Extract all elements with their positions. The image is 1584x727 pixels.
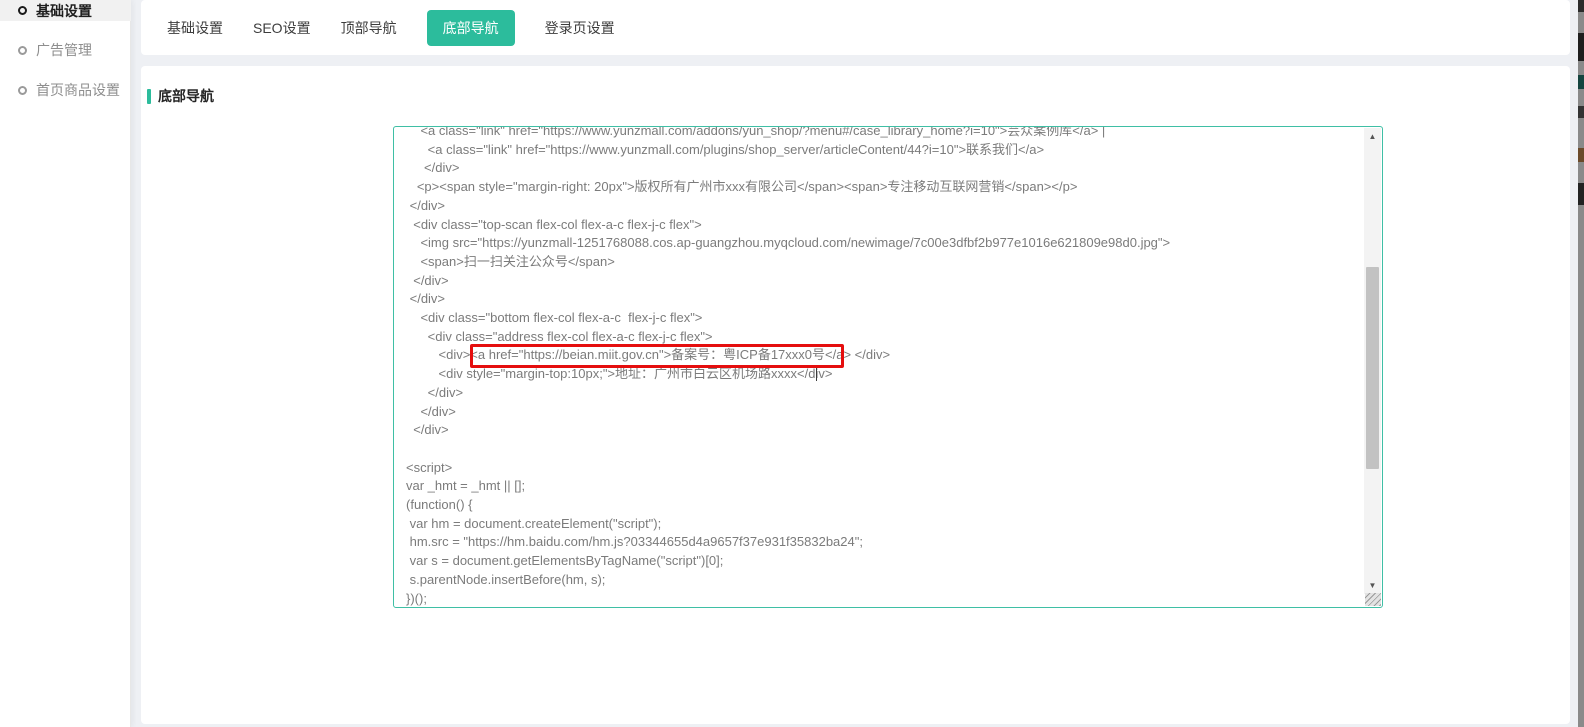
textarea-resize-grip-icon[interactable] — [1365, 593, 1381, 606]
section-header: 底部导航 — [147, 86, 214, 106]
edge-artifact-mark — [1578, 148, 1584, 162]
sidebar-item-label: 首页商品设置 — [36, 80, 120, 100]
sidebar-item-label: 基础设置 — [36, 1, 92, 21]
tab-4[interactable]: 登录页设置 — [545, 18, 615, 38]
editor-scrollbar[interactable]: ▲ ▼ — [1364, 128, 1381, 594]
circle-bullet-icon — [18, 86, 27, 95]
scroll-up-button[interactable]: ▲ — [1364, 128, 1381, 145]
circle-bullet-icon — [18, 6, 27, 15]
text-caret — [816, 368, 817, 381]
scroll-up-icon: ▲ — [1369, 133, 1377, 141]
scroll-down-button[interactable]: ▼ — [1364, 577, 1381, 594]
edge-artifact-mark — [1578, 33, 1584, 61]
circle-bullet-icon — [18, 46, 27, 55]
sidebar-item-1[interactable]: 广告管理 — [0, 37, 131, 63]
tab-1[interactable]: SEO设置 — [253, 18, 311, 38]
tab-0[interactable]: 基础设置 — [167, 18, 223, 38]
scrollbar-thumb[interactable] — [1366, 267, 1379, 469]
tab-3[interactable]: 底部导航 — [427, 10, 515, 46]
edge-artifact-mark — [1578, 106, 1584, 118]
tab-2[interactable]: 顶部导航 — [341, 18, 397, 38]
settings-sidebar: 基础设置广告管理首页商品设置 — [0, 0, 131, 727]
app-window: 基础设置广告管理首页商品设置 基础设置SEO设置顶部导航底部导航登录页设置 底部… — [0, 0, 1584, 727]
edge-artifact-mark — [1578, 0, 1584, 12]
sidebar-item-0[interactable]: 基础设置 — [0, 0, 131, 21]
screen-edge-artifact — [1578, 0, 1584, 727]
edge-artifact-mark — [1578, 75, 1584, 89]
tab-bar: 基础设置 SEO设置 顶部导航 底部导航 登录页设置 — [141, 0, 1570, 55]
edge-artifact-mark — [1578, 183, 1584, 205]
sidebar-item-2[interactable]: 首页商品设置 — [0, 77, 131, 103]
footer-nav-html-textarea[interactable]: <a class="link" href="https://www.yunzma… — [393, 126, 1383, 608]
scroll-down-icon: ▼ — [1369, 582, 1377, 590]
section-accent-bar-icon — [147, 89, 151, 104]
code-content: <a class="link" href="https://www.yunzma… — [394, 126, 1382, 608]
sidebar-item-label: 广告管理 — [36, 40, 92, 60]
section-title: 底部导航 — [158, 86, 214, 106]
